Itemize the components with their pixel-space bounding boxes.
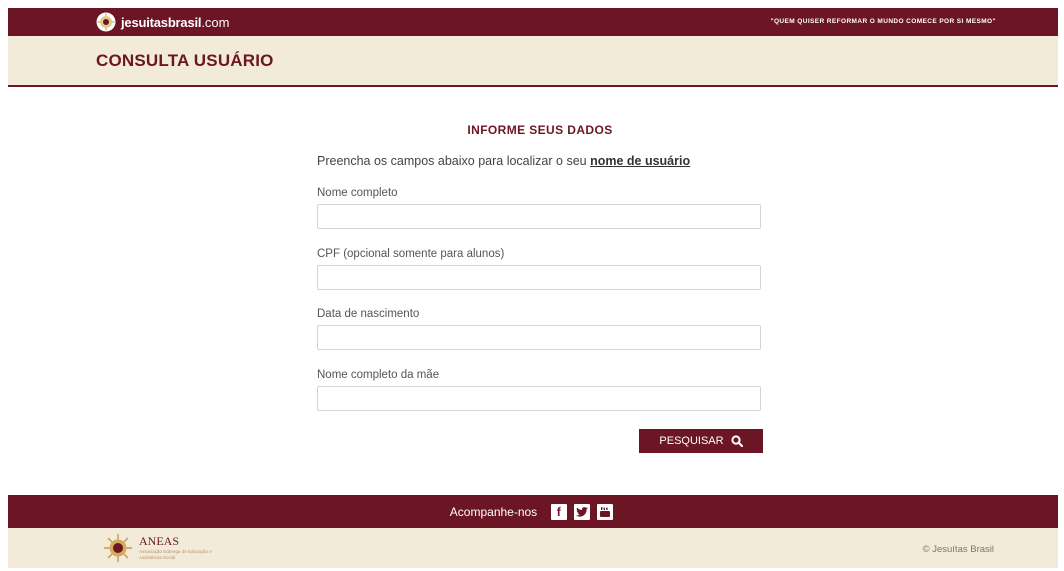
search-icon [730,435,743,447]
facebook-icon[interactable]: f [550,503,567,520]
partner-tagline: Associação Nóbrega de Educação e Assistê… [139,549,212,560]
follow-label: Acompanhe-nos [449,504,538,519]
birth-date-label: Data de nascimento [317,308,420,320]
lookup-form: INFORME SEUS DADOS Preencha os campos ab… [317,120,763,453]
partner-logo[interactable]: ANEAS Associação Nóbrega de Educação e A… [103,533,234,563]
full-name-input[interactable] [317,204,761,229]
form-heading: INFORME SEUS DADOS [467,123,613,137]
copyright: © Jesuítas Brasil [922,544,994,555]
full-name-label: Nome completo [317,187,398,199]
youtube-icon[interactable] [596,503,613,520]
header-motto: "QUEM QUISER REFORMAR O MUNDO COMECE POR… [770,18,996,25]
form-intro-text: Preencha os campos abaixo para localizar… [317,154,591,168]
partner-name: ANEAS [139,534,180,549]
page-title: CONSULTA USUÁRIO [96,51,274,70]
form-intro: Preencha os campos abaixo para localizar… [317,154,690,168]
title-bar: CONSULTA USUÁRIO [8,36,1058,87]
logo-text: jesuitasbrasil [121,14,202,30]
mother-name-input[interactable] [317,386,761,411]
birth-date-input[interactable] [317,325,761,350]
logo-suffix: .com [201,14,230,30]
youtube-logo-icon [599,506,610,517]
mother-name-label: Nome completo da mãe [317,369,440,381]
site-logo[interactable]: jesuitasbrasil .com [96,12,229,32]
search-button-label: PESQUISAR [659,435,724,447]
cpf-label: CPF (opcional somente para alunos) [317,248,505,260]
social-bar: Acompanhe-nos f [8,495,1058,528]
footer-bottom: ANEAS Associação Nóbrega de Educação e A… [8,528,1058,568]
twitter-icon[interactable] [573,503,590,520]
aneas-emblem-icon [104,534,132,562]
jesuit-emblem-icon [96,12,116,32]
cpf-input[interactable] [317,265,761,290]
top-bar: jesuitasbrasil .com "QUEM QUISER REFORMAR… [8,8,1058,36]
twitter-bird-icon [575,506,588,517]
partner-text: ANEAS Associação Nóbrega de Educação e A… [139,535,234,560]
username-link[interactable]: nome de usuário [590,154,690,168]
search-button[interactable]: PESQUISAR [639,429,763,453]
